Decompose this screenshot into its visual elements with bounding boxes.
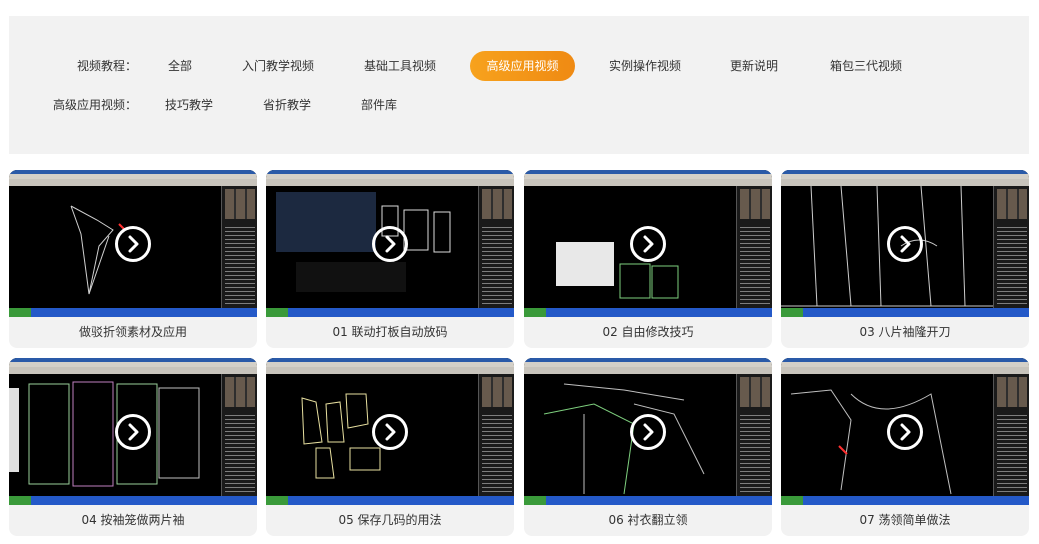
video-card[interactable]: 02 自由修改技巧: [524, 170, 772, 348]
play-icon[interactable]: [115, 226, 151, 262]
video-card[interactable]: 07 荡领简单做法: [781, 358, 1029, 536]
play-icon[interactable]: [372, 414, 408, 450]
filter-label-subcategory: 高级应用视频：: [52, 98, 137, 112]
video-thumbnail: [781, 170, 1029, 317]
video-title: 07 荡领简单做法: [859, 513, 951, 527]
video-card[interactable]: 01 联动打板自动放码: [266, 170, 514, 348]
video-card[interactable]: 05 保存几码的用法: [266, 358, 514, 536]
video-title: 04 按袖笼做两片袖: [81, 513, 185, 527]
filter-option-advanced[interactable]: 高级应用视频: [470, 51, 575, 81]
video-thumbnail: [266, 358, 514, 505]
filter-option-intro[interactable]: 入门教学视频: [231, 51, 325, 81]
video-thumbnail: [524, 170, 772, 317]
video-card[interactable]: 06 衬衣翻立领: [524, 358, 772, 536]
filter-option-darts[interactable]: 省折教学: [257, 90, 317, 120]
filter-option-examples[interactable]: 实例操作视频: [598, 51, 692, 81]
filter-option-tips[interactable]: 技巧教学: [159, 90, 219, 120]
filter-panel: 视频教程： 全部 入门教学视频 基础工具视频 高级应用视频 实例操作视频 更新说…: [9, 16, 1029, 154]
video-thumbnail: [266, 170, 514, 317]
play-icon[interactable]: [630, 226, 666, 262]
video-thumbnail: [9, 170, 257, 317]
play-icon[interactable]: [630, 414, 666, 450]
video-title: 02 自由修改技巧: [602, 325, 694, 339]
play-icon[interactable]: [115, 414, 151, 450]
video-title: 做驳折领素材及应用: [78, 325, 187, 339]
filter-option-bags[interactable]: 箱包三代视频: [819, 51, 913, 81]
video-thumbnail: [524, 358, 772, 505]
video-card[interactable]: 04 按袖笼做两片袖: [9, 358, 257, 536]
play-icon[interactable]: [372, 226, 408, 262]
play-icon[interactable]: [887, 414, 923, 450]
video-title: 05 保存几码的用法: [338, 513, 442, 527]
filter-option-updates[interactable]: 更新说明: [719, 51, 789, 81]
video-title: 06 衬衣翻立领: [608, 513, 688, 527]
video-thumbnail: [9, 358, 257, 505]
video-thumbnail: [781, 358, 1029, 505]
video-card[interactable]: 03 八片袖隆开刀: [781, 170, 1029, 348]
video-title: 03 八片袖隆开刀: [859, 325, 951, 339]
video-title: 01 联动打板自动放码: [332, 325, 448, 339]
filter-option-parts-library[interactable]: 部件库: [355, 90, 403, 120]
video-card[interactable]: 做驳折领素材及应用: [9, 170, 257, 348]
play-icon[interactable]: [887, 226, 923, 262]
filter-option-all[interactable]: 全部: [157, 51, 203, 81]
filter-label-category: 视频教程：: [76, 59, 137, 73]
filter-option-basic-tools[interactable]: 基础工具视频: [353, 51, 447, 81]
